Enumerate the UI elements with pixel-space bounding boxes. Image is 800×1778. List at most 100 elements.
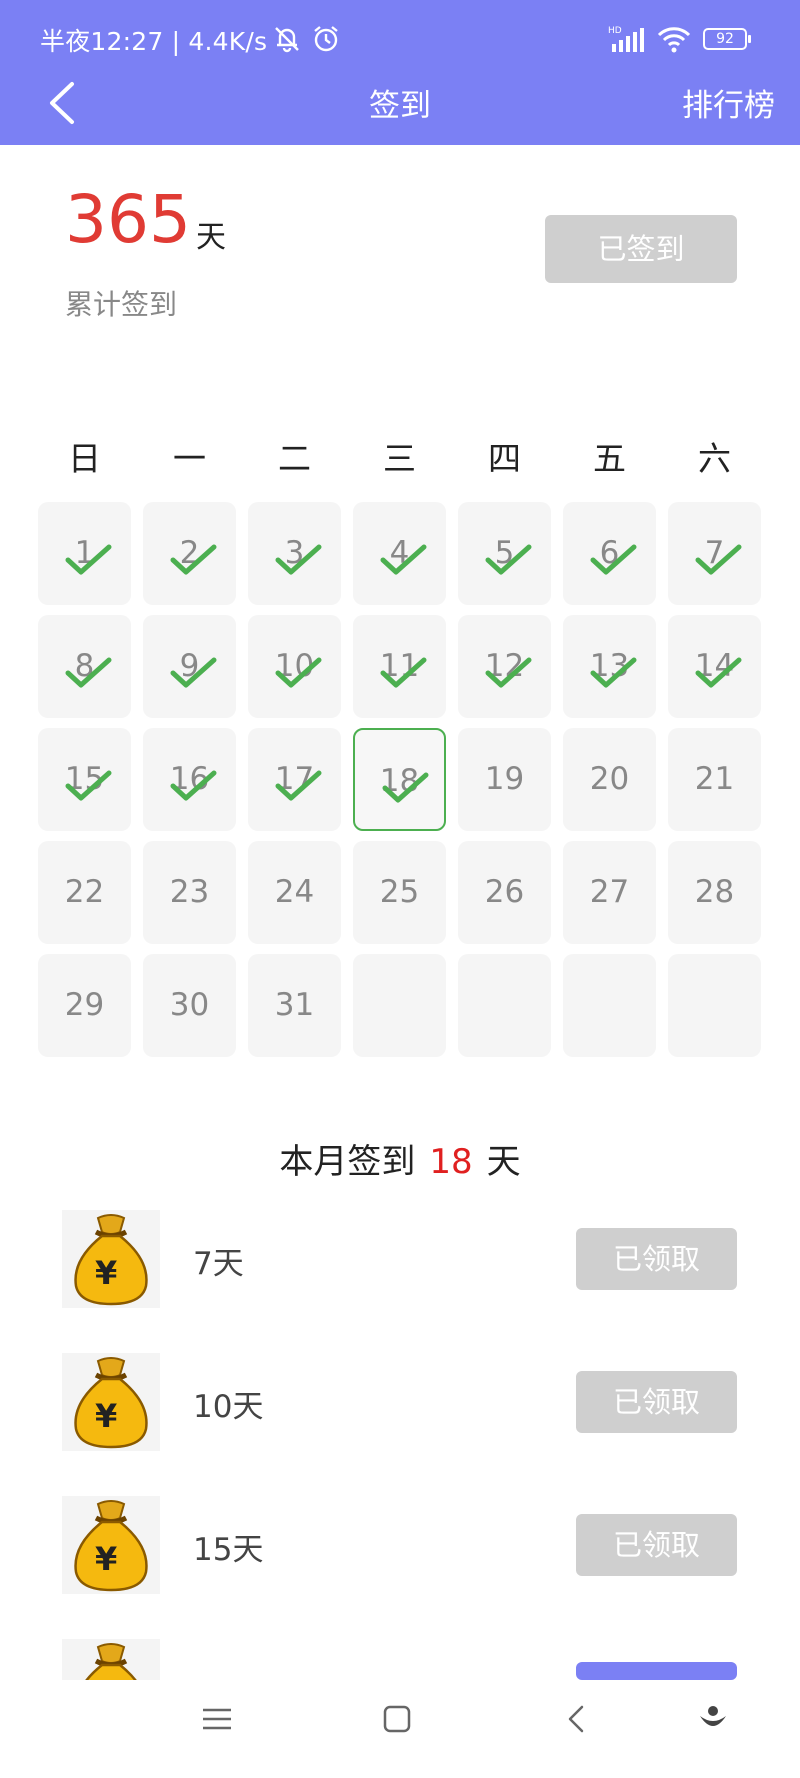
page-title: 签到 xyxy=(369,88,431,124)
calendar-day: 24 xyxy=(248,841,341,944)
mute-bell-icon xyxy=(275,27,299,53)
check-icon xyxy=(65,544,112,575)
check-icon xyxy=(382,772,429,803)
claim-reward-button[interactable] xyxy=(576,1662,737,1680)
calendar-empty-cell xyxy=(563,954,656,1057)
system-nav-bar xyxy=(0,1680,800,1778)
month-summary-count: 18 xyxy=(429,1142,473,1182)
month-summary: 本月签到 18 天 xyxy=(0,1134,800,1183)
reward-days-label: 7天 xyxy=(193,1246,244,1282)
check-icon xyxy=(380,657,427,688)
claim-reward-button[interactable]: 已领取 xyxy=(576,1371,737,1433)
money-bag-icon: ¥ xyxy=(74,1500,148,1592)
calendar-day: 1 xyxy=(38,502,131,605)
weekday-label: 五 xyxy=(593,439,626,478)
calendar-day: 9 xyxy=(143,615,236,718)
check-icon xyxy=(275,657,322,688)
calendar-day: 28 xyxy=(668,841,761,944)
check-icon xyxy=(170,657,217,688)
calendar-day: 12 xyxy=(458,615,551,718)
reward-bag: ¥ xyxy=(62,1496,160,1594)
signal-icon: HD xyxy=(608,26,644,52)
reward-bag: ¥ xyxy=(62,1353,160,1451)
calendar-day: 15 xyxy=(38,728,131,831)
total-days-caption: 累计签到 xyxy=(65,288,178,321)
check-icon xyxy=(65,657,112,688)
status-time: 半夜12:27 | 4.4K/s xyxy=(40,27,268,56)
calendar-day: 8 xyxy=(38,615,131,718)
calendar-empty-cell xyxy=(353,954,446,1057)
calendar-day: 21 xyxy=(668,728,761,831)
calendar-day: 11 xyxy=(353,615,446,718)
check-icon xyxy=(275,770,322,801)
check-icon xyxy=(590,544,637,575)
calendar-day: 4 xyxy=(353,502,446,605)
calendar-day: 3 xyxy=(248,502,341,605)
calendar-day: 10 xyxy=(248,615,341,718)
check-icon xyxy=(485,544,532,575)
calendar-day: 14 xyxy=(668,615,761,718)
check-icon xyxy=(485,657,532,688)
wifi-icon xyxy=(657,27,691,53)
calendar-day: 29 xyxy=(38,954,131,1057)
calendar-empty-cell xyxy=(668,954,761,1057)
weekday-label: 二 xyxy=(278,439,311,478)
check-icon xyxy=(170,544,217,575)
calendar-empty-cell xyxy=(458,954,551,1057)
calendar-day: 20 xyxy=(563,728,656,831)
home-icon[interactable] xyxy=(380,1702,414,1736)
total-days-unit: 天 xyxy=(196,220,226,255)
weekday-label: 三 xyxy=(383,439,416,478)
menu-icon[interactable] xyxy=(200,1702,234,1736)
total-days-count: 365 xyxy=(65,181,191,258)
calendar-day: 22 xyxy=(38,841,131,944)
calendar-day: 17 xyxy=(248,728,341,831)
check-icon xyxy=(65,770,112,801)
back-nav-icon[interactable] xyxy=(560,1702,594,1736)
svg-text:HD: HD xyxy=(608,26,622,36)
battery-icon: 92 xyxy=(703,28,751,50)
reward-days-label: 10天 xyxy=(193,1389,264,1425)
check-icon xyxy=(170,770,217,801)
weekday-label: 四 xyxy=(488,439,521,478)
money-bag-icon: ¥ xyxy=(74,1214,148,1306)
calendar-day: 16 xyxy=(143,728,236,831)
calendar-day: 27 xyxy=(563,841,656,944)
check-icon xyxy=(695,544,742,575)
money-bag-icon: ¥ xyxy=(74,1357,148,1449)
calendar-day: 31 xyxy=(248,954,341,1057)
header-bar: 半夜12:27 | 4.4K/s HD 92 签到 排行榜 xyxy=(0,0,800,145)
calendar-day: 13 xyxy=(563,615,656,718)
month-summary-prefix: 本月签到 xyxy=(279,1142,416,1182)
calendar-day: 18 xyxy=(353,728,446,831)
weekday-label: 日 xyxy=(68,439,101,478)
weekday-label: 六 xyxy=(698,439,731,478)
check-icon xyxy=(380,544,427,575)
weekday-label: 一 xyxy=(173,439,206,478)
assistant-icon[interactable] xyxy=(696,1702,730,1736)
money-bag-icon: ¥ xyxy=(85,1643,137,1680)
reward-days-label: 15天 xyxy=(193,1532,264,1568)
svg-text:¥: ¥ xyxy=(95,1397,117,1435)
svg-text:¥: ¥ xyxy=(95,1254,117,1292)
reward-bag: ¥ xyxy=(62,1639,160,1680)
svg-text:¥: ¥ xyxy=(95,1540,117,1578)
claim-reward-button[interactable]: 已领取 xyxy=(576,1228,737,1290)
check-icon xyxy=(695,657,742,688)
alarm-icon xyxy=(314,26,338,52)
reward-bag: ¥ xyxy=(62,1210,160,1308)
signed-in-button[interactable]: 已签到 xyxy=(545,215,737,283)
calendar-day: 26 xyxy=(458,841,551,944)
check-icon xyxy=(275,544,322,575)
calendar-day: 30 xyxy=(143,954,236,1057)
claim-reward-button[interactable]: 已领取 xyxy=(576,1514,737,1576)
month-summary-suffix: 天 xyxy=(486,1142,521,1182)
calendar-day: 25 xyxy=(353,841,446,944)
calendar-day: 7 xyxy=(668,502,761,605)
calendar-day: 5 xyxy=(458,502,551,605)
leaderboard-button[interactable]: 排行榜 xyxy=(682,80,775,125)
calendar-day: 23 xyxy=(143,841,236,944)
calendar-day: 19 xyxy=(458,728,551,831)
calendar-day: 6 xyxy=(563,502,656,605)
calendar-day: 2 xyxy=(143,502,236,605)
